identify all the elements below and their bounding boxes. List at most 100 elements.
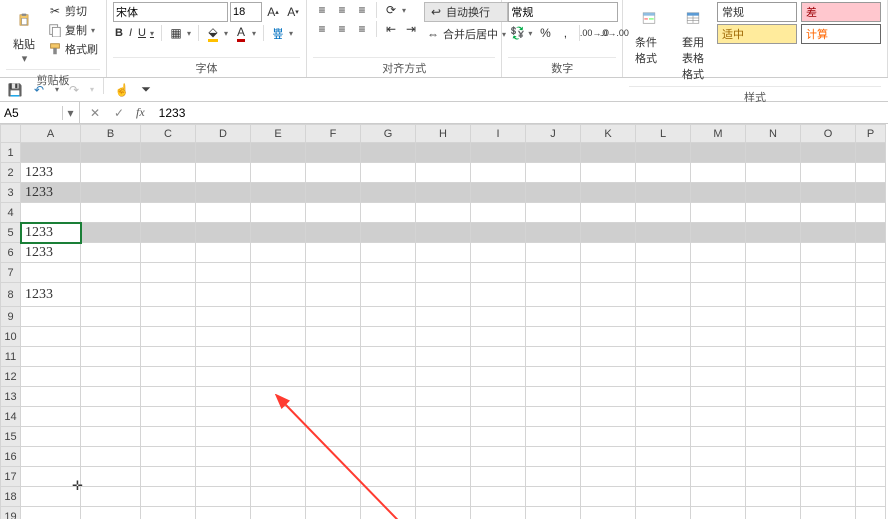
cell[interactable] xyxy=(361,243,416,263)
cell[interactable] xyxy=(306,263,361,283)
cell[interactable] xyxy=(801,447,856,467)
select-all-corner[interactable] xyxy=(1,125,21,143)
cell[interactable] xyxy=(81,407,141,427)
column-header[interactable]: M xyxy=(691,125,746,143)
cell[interactable] xyxy=(856,163,886,183)
cell[interactable] xyxy=(471,183,526,203)
cell[interactable] xyxy=(526,367,581,387)
cell[interactable] xyxy=(141,307,196,327)
cell[interactable] xyxy=(141,387,196,407)
cell[interactable] xyxy=(251,203,306,223)
cell[interactable] xyxy=(81,487,141,507)
cell[interactable] xyxy=(361,447,416,467)
cell[interactable] xyxy=(801,387,856,407)
cell[interactable] xyxy=(581,507,636,519)
cell[interactable] xyxy=(581,327,636,347)
cell[interactable] xyxy=(306,467,361,487)
cell[interactable] xyxy=(691,203,746,223)
cell[interactable] xyxy=(21,387,81,407)
cell[interactable] xyxy=(636,407,691,427)
cell[interactable] xyxy=(81,283,141,307)
cell[interactable] xyxy=(196,347,251,367)
cell[interactable] xyxy=(581,347,636,367)
row-header[interactable]: 13 xyxy=(1,387,21,407)
cell[interactable] xyxy=(141,447,196,467)
cell[interactable] xyxy=(471,507,526,519)
column-header[interactable]: H xyxy=(416,125,471,143)
cell[interactable] xyxy=(196,243,251,263)
cell[interactable] xyxy=(361,223,416,243)
cell[interactable] xyxy=(691,263,746,283)
cell[interactable] xyxy=(746,447,801,467)
cell[interactable] xyxy=(416,203,471,223)
cell[interactable] xyxy=(526,387,581,407)
italic-button[interactable]: I xyxy=(127,26,134,40)
save-button[interactable]: 💾 xyxy=(6,81,24,99)
cell[interactable] xyxy=(141,243,196,263)
cell[interactable]: 1233 xyxy=(21,223,81,243)
cell[interactable] xyxy=(526,427,581,447)
decrease-indent-button[interactable]: ⇤ xyxy=(382,21,400,37)
cell[interactable] xyxy=(81,203,141,223)
cell[interactable] xyxy=(636,163,691,183)
cell[interactable] xyxy=(141,327,196,347)
undo-button[interactable]: ↶ xyxy=(30,81,48,99)
cell[interactable] xyxy=(581,223,636,243)
cell[interactable] xyxy=(251,327,306,347)
cell[interactable] xyxy=(636,307,691,327)
row-header[interactable]: 3 xyxy=(1,183,21,203)
cell[interactable] xyxy=(21,143,81,163)
spreadsheet-grid[interactable]: ABCDEFGHIJKLMNOP121233312334512336123378… xyxy=(0,124,888,519)
cell[interactable] xyxy=(21,487,81,507)
cell[interactable] xyxy=(141,263,196,283)
cell[interactable] xyxy=(141,203,196,223)
cell[interactable] xyxy=(306,387,361,407)
cell[interactable] xyxy=(81,243,141,263)
cell[interactable] xyxy=(856,263,886,283)
cell[interactable] xyxy=(581,203,636,223)
cell[interactable] xyxy=(636,263,691,283)
cell[interactable] xyxy=(471,327,526,347)
cell[interactable] xyxy=(306,223,361,243)
cell[interactable] xyxy=(856,283,886,307)
cell[interactable] xyxy=(416,223,471,243)
column-header[interactable]: J xyxy=(526,125,581,143)
cell[interactable] xyxy=(746,263,801,283)
cell[interactable] xyxy=(471,203,526,223)
cell[interactable] xyxy=(691,427,746,447)
cell[interactable] xyxy=(306,347,361,367)
cell[interactable] xyxy=(636,467,691,487)
cell[interactable] xyxy=(251,307,306,327)
cell[interactable] xyxy=(416,507,471,519)
cell[interactable] xyxy=(801,327,856,347)
cell[interactable] xyxy=(801,347,856,367)
borders-button[interactable]: ▦▾ xyxy=(167,25,193,41)
cell[interactable] xyxy=(526,243,581,263)
cell[interactable] xyxy=(471,467,526,487)
conditional-formatting-button[interactable]: 条件格式 xyxy=(629,2,669,68)
cell[interactable] xyxy=(141,467,196,487)
cell[interactable] xyxy=(306,203,361,223)
percent-button[interactable]: % xyxy=(536,25,554,41)
cell[interactable] xyxy=(636,183,691,203)
cell[interactable] xyxy=(801,367,856,387)
name-box-input[interactable] xyxy=(0,106,62,120)
cell[interactable] xyxy=(196,487,251,507)
cell[interactable] xyxy=(636,507,691,519)
cell[interactable] xyxy=(581,427,636,447)
cell[interactable] xyxy=(141,487,196,507)
cell[interactable] xyxy=(526,183,581,203)
cell[interactable] xyxy=(361,307,416,327)
row-header[interactable]: 14 xyxy=(1,407,21,427)
cell[interactable] xyxy=(746,283,801,307)
cell[interactable] xyxy=(361,407,416,427)
cell[interactable] xyxy=(471,387,526,407)
decrease-font-button[interactable]: A▾ xyxy=(284,4,302,20)
cell[interactable] xyxy=(856,307,886,327)
format-as-table-button[interactable]: 套用 表格格式 xyxy=(673,2,713,84)
cell[interactable]: 1233 xyxy=(21,183,81,203)
cell[interactable] xyxy=(801,507,856,519)
column-header[interactable]: C xyxy=(141,125,196,143)
cell[interactable] xyxy=(21,307,81,327)
cell[interactable] xyxy=(526,327,581,347)
